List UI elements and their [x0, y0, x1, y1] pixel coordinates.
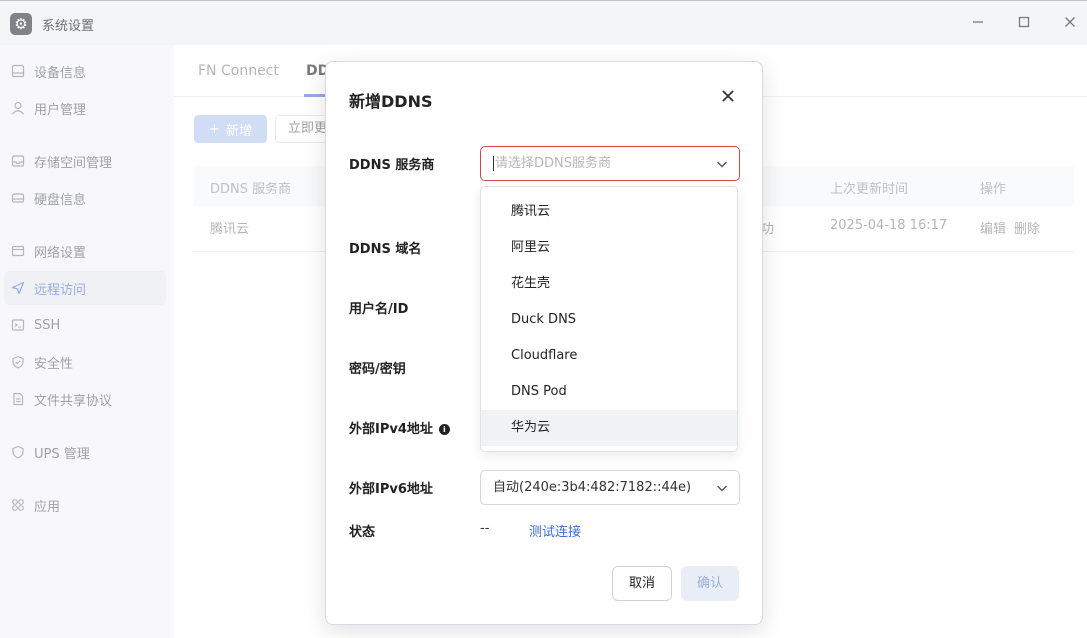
option-cloudflare[interactable]: Cloudflare — [481, 338, 737, 374]
provider-label: DDNS 服务商 — [349, 158, 435, 173]
option-duck-dns[interactable]: Duck DNS — [481, 302, 737, 338]
text-caret — [493, 156, 494, 171]
ipv4-label-text: 外部IPv4地址 — [349, 422, 433, 437]
domain-label: DDNS 域名 — [349, 242, 422, 257]
option-aliyun[interactable]: 阿里云 — [481, 230, 737, 266]
username-label: 用户名/ID — [349, 302, 409, 317]
confirm-button[interactable]: 确认 — [681, 566, 739, 601]
dialog-title: 新增DDNS — [349, 92, 433, 111]
provider-select[interactable]: 请选择DDNS服务商 — [480, 146, 740, 181]
status-value: -- — [480, 521, 490, 536]
option-tencent-cloud[interactable]: 腾讯云 — [481, 194, 737, 230]
provider-dropdown: 腾讯云 阿里云 花生壳 Duck DNS Cloudflare DNS Pod … — [480, 186, 738, 452]
status-label: 状态 — [349, 525, 376, 540]
ipv6-select[interactable]: 自动(240e:3b4:482:7182::44e) — [480, 470, 740, 505]
provider-placeholder: 请选择DDNS服务商 — [495, 156, 611, 171]
ipv6-label: 外部IPv6地址 — [349, 482, 433, 497]
close-icon — [722, 90, 734, 102]
cancel-button[interactable]: 取消 — [612, 566, 672, 601]
chevron-down-icon — [717, 485, 727, 492]
ipv4-label: 外部IPv4地址 i — [349, 418, 450, 437]
ipv6-value: 自动(240e:3b4:482:7182::44e) — [493, 480, 692, 495]
test-connection-link[interactable]: 测试连接 — [529, 521, 581, 540]
dialog-close-button[interactable] — [718, 88, 738, 108]
option-dnspod[interactable]: DNS Pod — [481, 374, 737, 410]
password-label: 密码/密钥 — [349, 362, 406, 377]
info-icon[interactable]: i — [438, 424, 450, 435]
option-huawei-cloud[interactable]: 华为云 — [481, 410, 737, 446]
option-oray[interactable]: 花生壳 — [481, 266, 737, 302]
chevron-down-icon — [717, 161, 727, 168]
